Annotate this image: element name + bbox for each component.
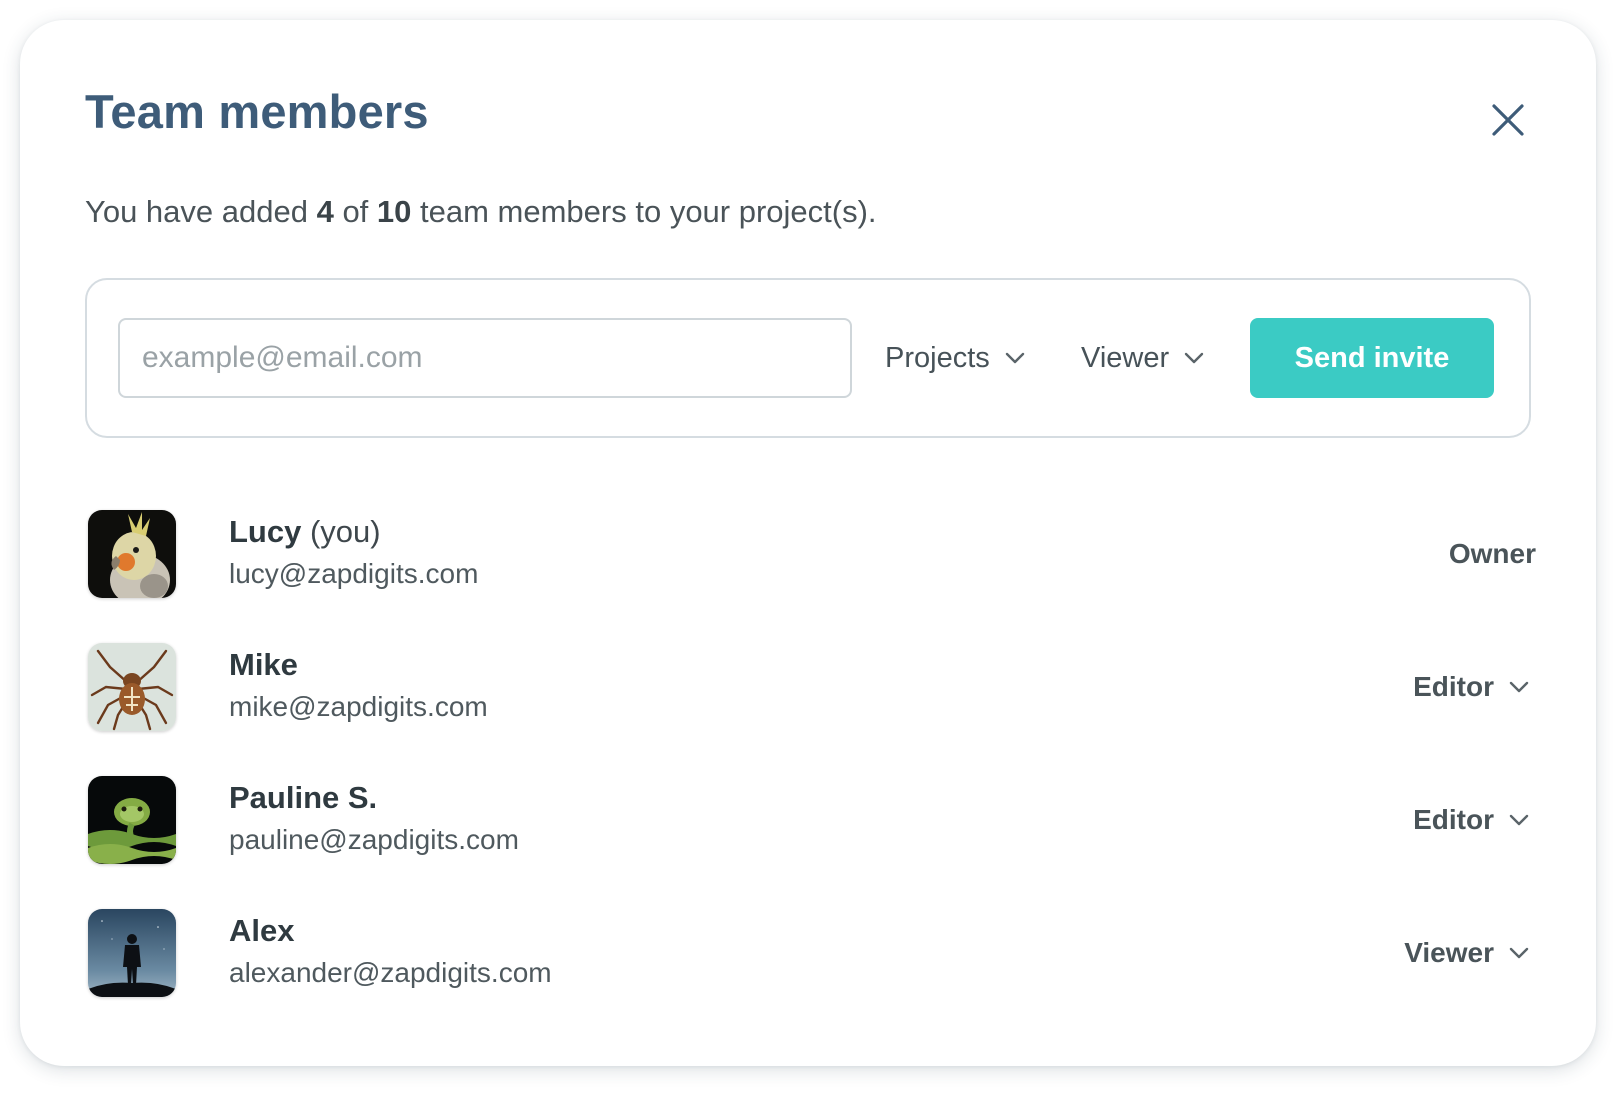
chevron-down-icon — [1508, 809, 1530, 831]
avatar — [88, 643, 176, 731]
member-email: pauline@zapdigits.com — [229, 824, 519, 855]
close-icon — [1492, 104, 1524, 136]
member-row: Pauline S. pauline@zapdigits.com Editor — [88, 776, 1536, 909]
member-count-added: 4 — [316, 194, 334, 229]
member-count-middle: of — [333, 194, 377, 229]
team-members-dialog: Team members You have added 4 of 10 team… — [20, 20, 1596, 1066]
member-row: Lucy (you) lucy@zapdigits.com Owner — [88, 510, 1536, 643]
email-input[interactable] — [118, 318, 852, 398]
avatar — [88, 776, 176, 864]
member-email: mike@zapdigits.com — [229, 691, 488, 722]
member-count-limit: 10 — [376, 194, 412, 229]
chevron-down-icon — [1508, 942, 1530, 964]
member-role-dropdown[interactable]: Viewer — [1404, 931, 1530, 975]
member-name: Alex — [229, 913, 295, 948]
chevron-down-icon — [1004, 347, 1026, 369]
member-name-text: Lucy — [229, 514, 302, 549]
member-role-label: Viewer — [1404, 937, 1494, 968]
member-name: Mike — [229, 647, 298, 682]
member-row: Alex alexander@zapdigits.com Viewer — [88, 909, 1536, 1042]
member-name: Pauline S. — [229, 780, 378, 815]
member-name: Lucy (you) — [229, 512, 381, 552]
member-role-dropdown[interactable]: Editor — [1413, 665, 1530, 709]
member-role-label: Owner — [1448, 538, 1536, 569]
avatar — [88, 510, 176, 598]
member-role-label: Editor — [1413, 804, 1494, 835]
dialog-title: Team members — [85, 85, 429, 138]
close-button[interactable] — [1480, 92, 1536, 148]
role-dropdown-label: Viewer — [1081, 341, 1170, 374]
projects-dropdown-label: Projects — [885, 341, 990, 374]
invite-form: Projects Viewer Send invite — [85, 278, 1531, 438]
member-role: Owner — [1449, 532, 1536, 576]
member-email: lucy@zapdigits.com — [229, 558, 479, 589]
member-role-label: Editor — [1413, 671, 1494, 702]
member-count-prefix: You have added — [85, 194, 317, 229]
member-list: Lucy (you) lucy@zapdigits.com Owner Mike… — [88, 510, 1536, 1042]
chevron-down-icon — [1508, 676, 1530, 698]
member-email: alexander@zapdigits.com — [229, 957, 552, 988]
avatar — [88, 909, 176, 997]
member-count-suffix: team members to your project(s). — [411, 194, 877, 229]
send-invite-button[interactable]: Send invite — [1250, 318, 1494, 398]
member-row: Mike mike@zapdigits.com Editor — [88, 643, 1536, 776]
member-count-text: You have added 4 of 10 team members to y… — [85, 192, 877, 232]
member-role-dropdown[interactable]: Editor — [1413, 798, 1530, 842]
projects-dropdown[interactable]: Projects — [885, 318, 1026, 398]
you-label: (you) — [309, 514, 381, 549]
chevron-down-icon — [1183, 347, 1205, 369]
role-dropdown[interactable]: Viewer — [1081, 318, 1205, 398]
